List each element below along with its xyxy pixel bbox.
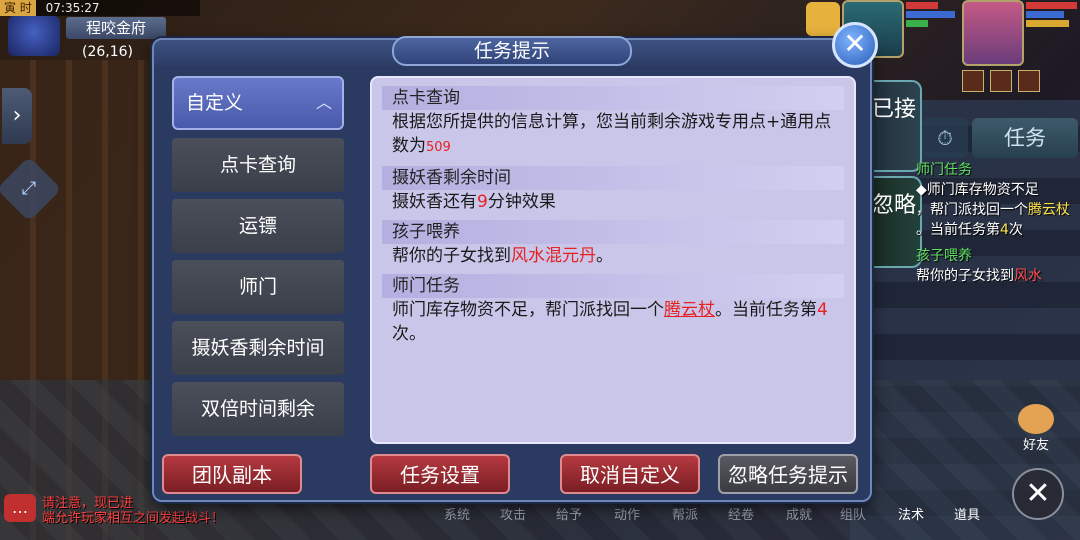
hp-bar: [1026, 2, 1078, 9]
buff-icon[interactable]: [990, 70, 1012, 92]
bottom-action-bar: 系统 攻击 给予 动作 帮派 经卷 成就 组队 法术 道具: [440, 500, 1000, 540]
menu-attack[interactable]: 攻击: [500, 504, 526, 523]
tracker-line: ，帮门派找回一个腾云杖: [916, 202, 1070, 218]
player-portrait[interactable]: [962, 0, 1024, 66]
summon-status-bars: [906, 2, 960, 38]
section-body: 摄妖香还有9分钟效果: [392, 192, 556, 212]
section-incense: 摄妖香剩余时间 摄妖香还有9分钟效果: [382, 166, 844, 214]
task-tracker[interactable]: 师门任务 ◆师门库存物资不足 ，帮门派找回一个腾云杖 。当前任务第4次 孩子喂养…: [916, 160, 1080, 286]
custom-category-header[interactable]: 自定义 ︿: [172, 76, 344, 130]
expand-left-button[interactable]: ›: [2, 88, 32, 144]
friends-button[interactable]: 好友: [1012, 404, 1060, 454]
cancel-custom-button[interactable]: 取消自定义: [560, 454, 700, 494]
chevron-right-icon: ›: [12, 103, 22, 128]
anger-bar: [1026, 20, 1070, 27]
section-body: 帮你的子女找到风水混元丹。: [392, 246, 613, 266]
chat-icon[interactable]: …: [4, 494, 36, 522]
section-title: 摄妖香剩余时间: [382, 166, 844, 190]
menu-system[interactable]: 系统: [444, 504, 470, 523]
section-card-query: 点卡查询 根据您所提供的信息计算，您当前剩余游戏专用点+通用点数为509: [382, 86, 844, 160]
expand-arrows-icon: ⤢: [21, 178, 37, 199]
task-tips-dialog: 任务提示 自定义 ︿ 点卡查询 运镖 师门 摄妖香剩余时间 双倍时间剩余 点卡查…: [152, 36, 872, 502]
close-icon[interactable]: ✕: [832, 22, 878, 68]
ignore-tips-button[interactable]: 忽略任务提示: [718, 454, 858, 494]
list-item-double-time[interactable]: 双倍时间剩余: [172, 382, 344, 436]
tracker-line: 帮你的子女找到风水: [916, 268, 1042, 284]
exp-bar: [906, 20, 928, 27]
minimap-icon[interactable]: [8, 16, 60, 56]
item-link[interactable]: 腾云杖: [664, 300, 715, 320]
list-item-sect[interactable]: 师门: [172, 260, 344, 314]
dialog-title: 任务提示: [392, 36, 632, 66]
close-menu-button[interactable]: ✕: [1012, 468, 1064, 520]
coordinates: (26,16): [82, 44, 134, 60]
list-item-incense-time[interactable]: 摄妖香剩余时间: [172, 321, 344, 375]
section-title: 点卡查询: [382, 86, 844, 110]
clock-text: 07:35:27: [45, 1, 100, 15]
task-category-list: 自定义 ︿ 点卡查询 运镖 师门 摄妖香剩余时间 双倍时间剩余: [172, 76, 346, 436]
tab-accepted[interactable]: 已接: [868, 80, 922, 172]
task-button[interactable]: 任务: [972, 118, 1078, 158]
custom-label: 自定义: [186, 92, 244, 114]
tracker-line: ◆师门库存物资不足: [916, 182, 1039, 198]
time-bar: 寅 时 07:35:27: [0, 0, 200, 16]
mp-bar: [906, 11, 955, 18]
menu-spell[interactable]: 法术: [898, 504, 924, 523]
section-title: 孩子喂养: [382, 220, 844, 244]
handshake-icon: [1018, 404, 1054, 434]
section-sect-task: 师门任务 师门库存物资不足，帮门派找回一个腾云杖。当前任务第4次。: [382, 274, 844, 346]
item-link[interactable]: 风水混元丹: [511, 246, 596, 266]
tracker-item: 风水: [1014, 268, 1042, 284]
tracker-item: 腾云杖: [1028, 202, 1070, 218]
hp-bar: [906, 2, 939, 9]
season-label: 寅 时: [0, 0, 36, 16]
menu-action[interactable]: 动作: [614, 504, 640, 523]
list-item-card-query[interactable]: 点卡查询: [172, 138, 344, 192]
tracker-title: 孩子喂养: [916, 248, 972, 264]
menu-team[interactable]: 组队: [840, 504, 866, 523]
section-child-feeding: 孩子喂养 帮你的子女找到风水混元丹。: [382, 220, 844, 268]
task-count: 4: [817, 300, 828, 320]
team-dungeon-button[interactable]: 团队副本: [162, 454, 302, 494]
friends-label: 好友: [1022, 438, 1049, 453]
menu-give[interactable]: 给予: [556, 504, 582, 523]
minutes-value: 9: [477, 192, 488, 212]
points-value: 509: [426, 140, 451, 155]
tracker-title: 师门任务: [916, 162, 972, 178]
chat-line: 端允许玩家相互之间发起战斗！: [42, 511, 225, 526]
buff-icon[interactable]: [962, 70, 984, 92]
tracker-line: 。当前任务第4次: [916, 222, 1023, 238]
player-status-bars: [1026, 2, 1080, 38]
menu-scroll[interactable]: 经卷: [728, 504, 754, 523]
task-content-panel: 点卡查询 根据您所提供的信息计算，您当前剩余游戏专用点+通用点数为509 摄妖香…: [370, 76, 856, 444]
task-settings-button[interactable]: 任务设置: [370, 454, 510, 494]
pet-avatar[interactable]: [806, 2, 840, 36]
buff-icon[interactable]: [1018, 70, 1040, 92]
menu-achievement[interactable]: 成就: [786, 504, 812, 523]
mp-bar: [1026, 11, 1064, 18]
clock-icon[interactable]: ⏱: [922, 118, 968, 158]
chevron-up-icon: ︿: [315, 93, 332, 112]
location-name[interactable]: 程咬金府: [66, 17, 166, 39]
menu-guild[interactable]: 帮派: [672, 504, 698, 523]
list-item-escort[interactable]: 运镖: [172, 199, 344, 253]
section-title: 师门任务: [382, 274, 844, 298]
menu-items[interactable]: 道具: [954, 504, 980, 523]
section-body: 根据您所提供的信息计算，您当前剩余游戏专用点+通用点数为509: [392, 112, 832, 156]
tab-ignore[interactable]: 忽略: [868, 176, 922, 268]
section-body: 师门库存物资不足，帮门派找回一个腾云杖。当前任务第4次。: [392, 300, 828, 344]
